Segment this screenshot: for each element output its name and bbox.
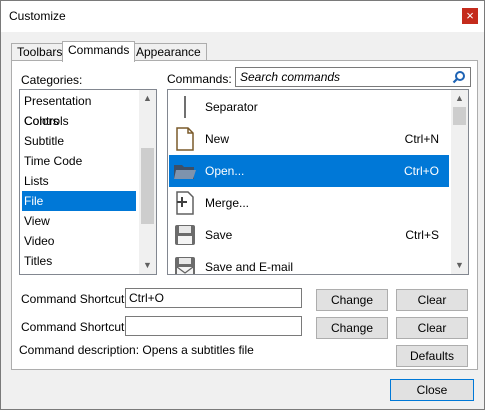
command-item[interactable]: Save and E-mail <box>169 251 449 274</box>
scroll-up-icon[interactable]: ▲ <box>139 90 156 107</box>
commands-label: Commands: <box>167 72 232 86</box>
category-item[interactable]: Subtitle <box>22 131 136 151</box>
command-shortcut1-field[interactable]: Ctrl+O <box>125 288 302 308</box>
separator-icon <box>184 96 186 118</box>
shortcut2-clear-button[interactable]: Clear <box>396 317 468 339</box>
command-name: Save <box>205 228 233 242</box>
command-name: Merge... <box>205 196 250 210</box>
category-item[interactable]: Lists <box>22 171 136 191</box>
merge-icon <box>176 191 194 215</box>
scroll-thumb[interactable] <box>453 107 466 125</box>
category-item[interactable]: Video <box>22 231 136 251</box>
command-shortcut2-field[interactable] <box>125 316 302 336</box>
shortcut1-clear-button[interactable]: Clear <box>396 289 468 311</box>
category-item[interactable]: Colors <box>22 111 136 131</box>
close-button[interactable]: Close <box>390 379 474 401</box>
title-bar: Customize × <box>1 1 484 32</box>
command-item[interactable]: Separator <box>169 91 449 123</box>
command-name: Save and E-mail <box>205 260 294 274</box>
commands-tab-panel: Categories: Presentation Controls Colors… <box>11 60 478 370</box>
command-shortcut1-label: Command Shortcut1: <box>21 292 135 306</box>
command-description: Command description: Opens a subtitles f… <box>19 343 254 357</box>
window-title: Customize <box>9 9 66 23</box>
command-shortcut: Ctrl+S <box>405 228 439 242</box>
close-icon: × <box>466 8 474 23</box>
command-item-selected[interactable]: Open... Ctrl+O <box>169 155 449 187</box>
scroll-down-icon[interactable]: ▼ <box>139 257 156 274</box>
tab-appearance[interactable]: Appearance <box>130 43 207 61</box>
category-item[interactable]: Time Code <box>22 151 136 171</box>
categories-label: Categories: <box>21 73 83 87</box>
category-item-selected[interactable]: File <box>22 191 136 211</box>
commands-scrollbar[interactable]: ▲ ▼ <box>451 90 468 274</box>
shortcut2-change-button[interactable]: Change <box>316 317 388 339</box>
category-item[interactable]: View <box>22 211 136 231</box>
scroll-down-icon[interactable]: ▼ <box>451 257 468 274</box>
categories-list[interactable]: Presentation Controls Colors Subtitle Ti… <box>19 89 157 275</box>
command-item[interactable]: Merge... <box>169 187 449 219</box>
command-shortcut2-label: Command Shortcut2: <box>21 320 135 334</box>
customize-dialog: Customize × Toolbars Commands Appearance… <box>0 0 485 410</box>
save-icon <box>175 225 195 245</box>
command-name: Separator <box>205 100 258 114</box>
commands-list[interactable]: Separator New Ctrl+N Open... Ctrl+O Merg… <box>167 89 469 275</box>
command-item[interactable]: Save Ctrl+S <box>169 219 449 251</box>
scroll-thumb[interactable] <box>141 148 154 224</box>
defaults-button[interactable]: Defaults <box>396 345 468 367</box>
new-file-icon <box>176 127 194 151</box>
open-folder-icon <box>174 165 196 179</box>
category-item[interactable]: Presentation Controls <box>22 91 136 128</box>
command-name: Open... <box>205 164 245 178</box>
command-name: New <box>205 132 230 146</box>
search-placeholder: Search commands <box>240 70 341 84</box>
category-item[interactable]: Titles <box>22 251 136 271</box>
scroll-up-icon[interactable]: ▲ <box>451 90 468 107</box>
search-commands-input[interactable]: Search commands <box>235 67 471 87</box>
shortcut1-change-button[interactable]: Change <box>316 289 388 311</box>
command-shortcut1-value: Ctrl+O <box>129 291 165 305</box>
window-close-button[interactable]: × <box>462 8 478 24</box>
save-email-icon <box>175 257 195 274</box>
categories-scrollbar[interactable]: ▲ ▼ <box>139 90 156 274</box>
command-shortcut: Ctrl+N <box>404 132 439 146</box>
command-item[interactable]: New Ctrl+N <box>169 123 449 155</box>
tab-commands[interactable]: Commands <box>62 41 136 62</box>
command-shortcut: Ctrl+O <box>403 164 439 178</box>
search-icon[interactable] <box>452 70 466 84</box>
tab-toolbars[interactable]: Toolbars <box>11 43 69 61</box>
